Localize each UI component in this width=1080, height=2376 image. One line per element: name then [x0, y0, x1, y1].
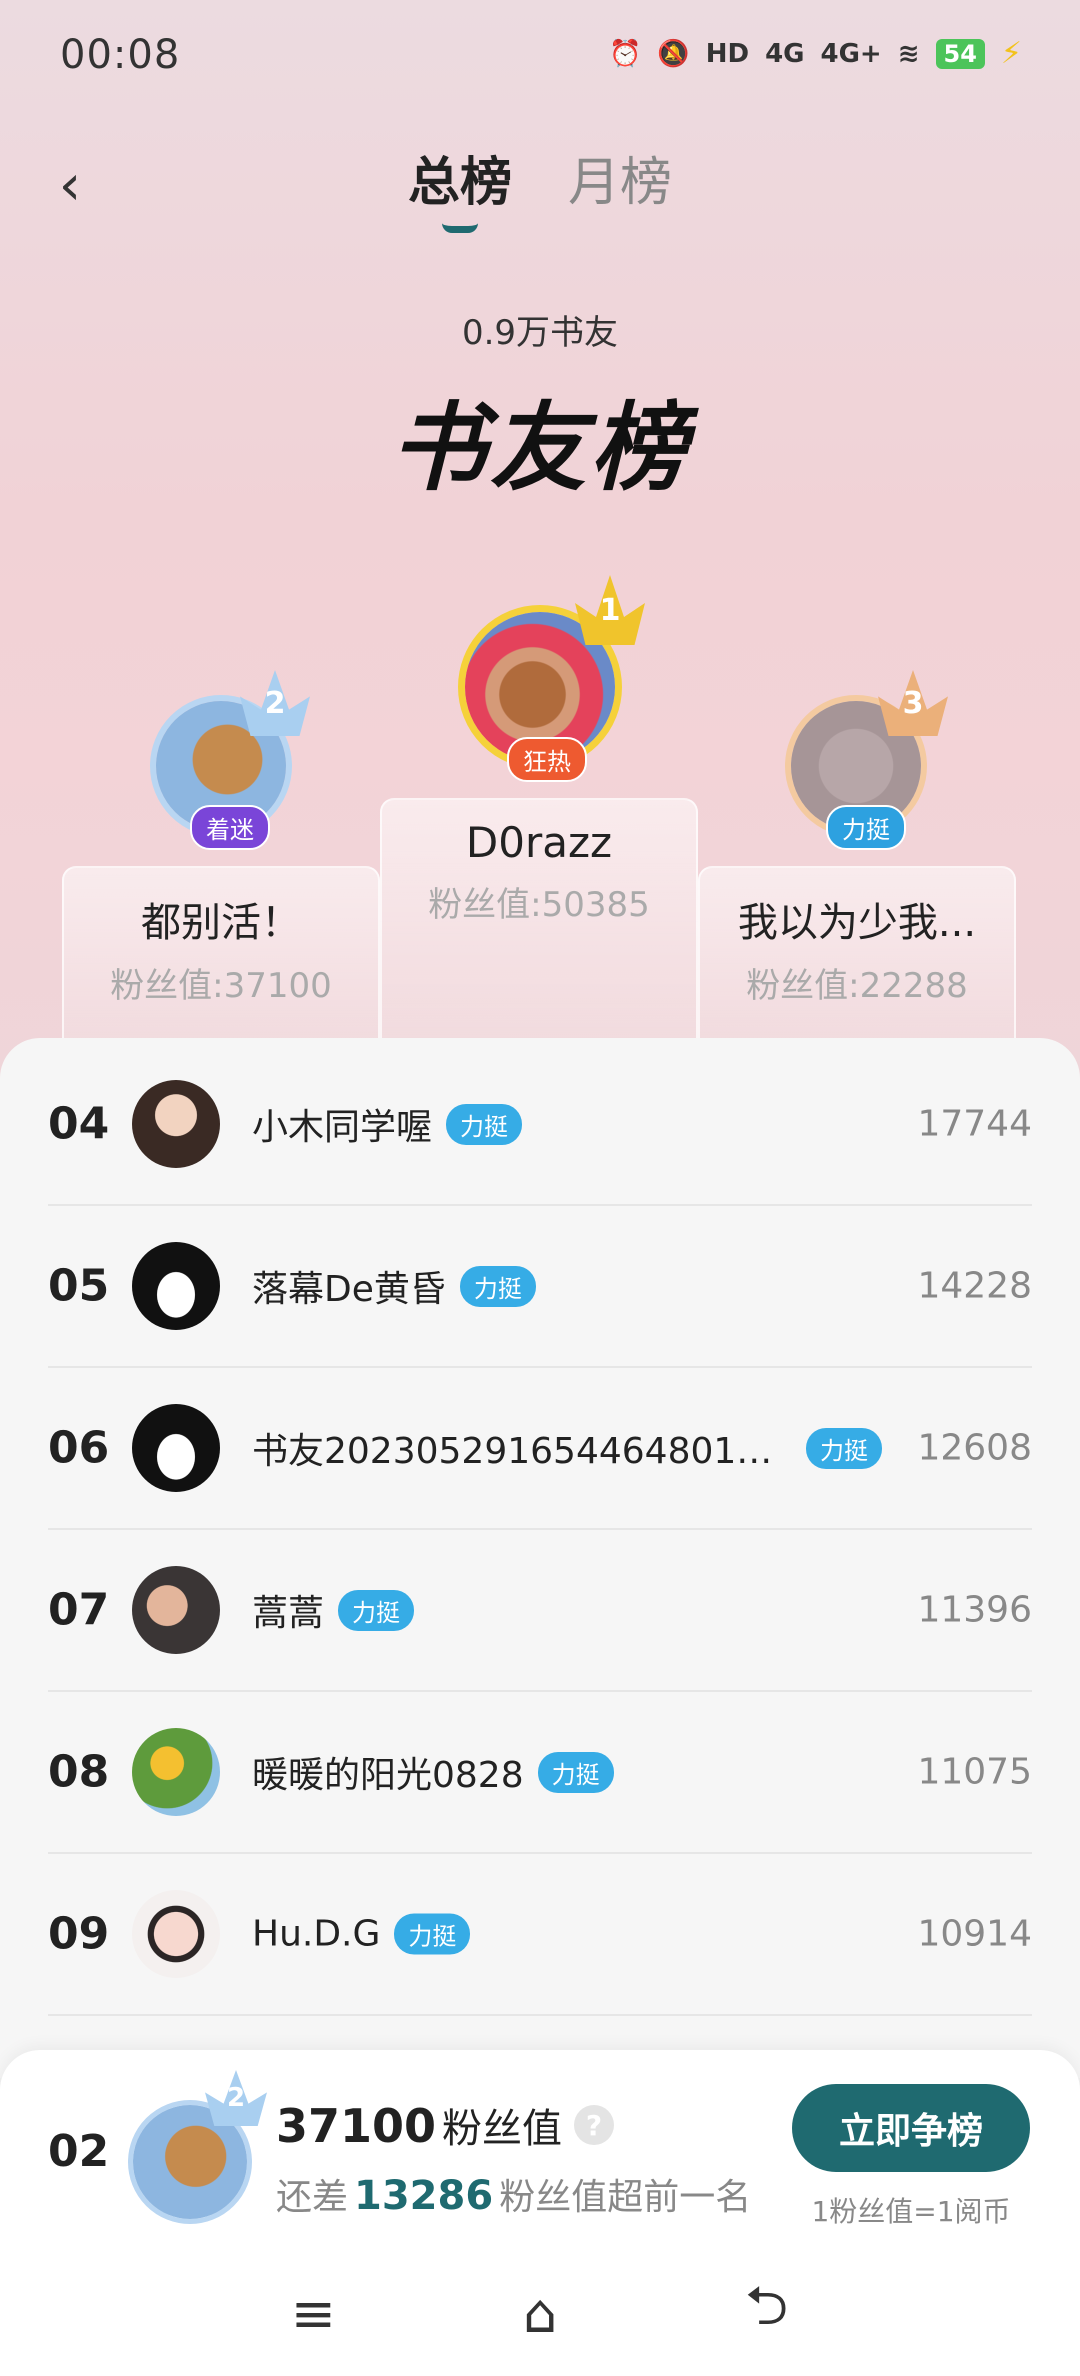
list-item-nameline: 小木同学喔 力挺: [252, 1098, 523, 1150]
podium-first[interactable]: D0razz 粉丝值:50385: [380, 798, 698, 1048]
network-4g-icon: 4G: [765, 38, 805, 69]
list-item-score: 10914: [917, 1913, 1032, 1955]
podium-third-name: 我以为少我...: [737, 900, 977, 946]
list-item-rank: 05: [48, 1260, 110, 1312]
alarm-icon: ⏰: [608, 38, 642, 69]
fan-level-tag: 力挺: [537, 1751, 614, 1793]
list-item-nameline: 书友20230529165446480199... 力挺: [252, 1422, 882, 1474]
podium-first-badge: 狂热: [507, 737, 587, 782]
hd-icon: HD: [705, 38, 750, 69]
charging-icon: ⚡: [1000, 36, 1022, 71]
list-item-nameline: 蒿蒿 力挺: [252, 1584, 415, 1636]
battery-icon: 54: [935, 38, 985, 69]
my-fans-value: 37100: [276, 2099, 437, 2153]
list-item-name: 蒿蒿: [252, 1593, 325, 1634]
list-item-rank: 06: [48, 1422, 110, 1474]
reader-count: 0.9万书友: [461, 313, 619, 353]
my-rank: 02: [48, 2126, 110, 2177]
list-item[interactable]: 07 蒿蒿 力挺 11396: [48, 1530, 1032, 1692]
list-item-rank: 07: [48, 1584, 110, 1636]
podium-third[interactable]: 我以为少我... 粉丝值:22288: [698, 866, 1016, 1046]
list-item-name: 小木同学喔: [252, 1107, 433, 1148]
list-item-name: 书友20230529165446480199...: [252, 1431, 792, 1472]
avatar[interactable]: [132, 1242, 220, 1330]
list-item-nameline: 落幕De黄昏 力挺: [252, 1260, 536, 1312]
avatar[interactable]: [132, 1566, 220, 1654]
podium-second-name: 都别活！: [141, 900, 301, 946]
list-item-rank: 09: [48, 1908, 110, 1960]
wifi-icon: ≋: [897, 38, 920, 69]
my-fans-unit: 粉丝值: [442, 2106, 563, 2152]
tab-monthly-label: 月榜: [568, 153, 673, 213]
list-item-rank: 04: [48, 1098, 110, 1150]
list-item-nameline: 暖暖的阳光0828 力挺: [252, 1746, 614, 1798]
status-time: 00:08: [60, 32, 181, 78]
list-item[interactable]: 08 暖暖的阳光0828 力挺 11075: [48, 1692, 1032, 1854]
status-bar: 00:08 ⏰ 🔕 HD 4G 4G+ ≋ 54 ⚡: [0, 0, 1080, 110]
podium-second-fans: 粉丝值:37100: [110, 966, 332, 1006]
podium-second-badge: 着迷: [190, 805, 270, 850]
podium-third-badge: 力挺: [826, 805, 906, 850]
podium-first-fans: 粉丝值:50385: [428, 885, 650, 925]
system-nav-bar: ≡ ⌂ ⮌: [0, 2250, 1080, 2376]
list-item[interactable]: 05 落幕De黄昏 力挺 14228: [48, 1206, 1032, 1368]
my-diff-value: 13286: [354, 2173, 494, 2219]
my-diff-suffix: 粉丝值超前一名: [499, 2177, 752, 2218]
list-item-name: 落幕De黄昏: [252, 1269, 446, 1310]
tab-total-label: 总榜: [407, 153, 512, 213]
my-diff-line: 还差 13286 粉丝值超前一名: [276, 2168, 751, 2220]
list-item-score: 12608: [917, 1427, 1032, 1469]
tab-active-indicator: [441, 223, 478, 233]
podium-first-name: D0razz: [465, 818, 613, 867]
podium-second[interactable]: 都别活！ 粉丝值:37100: [62, 866, 380, 1046]
my-rank-crown-icon: 2: [205, 2070, 267, 2126]
status-icons: ⏰ 🔕 HD 4G 4G+ ≋ 54 ⚡: [609, 36, 1022, 71]
my-diff-prefix: 还差: [276, 2177, 349, 2218]
my-fans-line: 37100 粉丝值 ?: [276, 2096, 615, 2154]
help-icon[interactable]: ?: [574, 2105, 615, 2145]
compete-note: 1粉丝值=1阅币: [811, 2195, 1011, 2228]
list-item-score: 14228: [917, 1265, 1032, 1307]
tab-bar: 总榜 月榜: [0, 140, 1080, 233]
avatar[interactable]: [132, 1404, 220, 1492]
fan-level-tag: 力挺: [806, 1427, 882, 1469]
ranking-list: 04 小木同学喔 力挺 17744 05 落幕De黄昏 力挺 14228 06 …: [0, 1038, 1080, 2078]
rank-3-crown-icon: 3: [878, 670, 948, 736]
list-item[interactable]: 09 Hu.D.G 力挺 10914: [48, 1854, 1032, 2016]
mute-icon: 🔕: [657, 38, 690, 69]
avatar[interactable]: [132, 1890, 220, 1978]
avatar[interactable]: [132, 1728, 220, 1816]
list-item-name: Hu.D.G: [252, 1913, 381, 1955]
fan-level-tag: 力挺: [338, 1589, 415, 1631]
list-item-rank: 08: [48, 1746, 110, 1798]
list-item-score: 11075: [917, 1751, 1032, 1793]
fan-level-tag: 力挺: [459, 1265, 536, 1307]
list-item[interactable]: 06 书友20230529165446480199... 力挺 12608: [48, 1368, 1032, 1530]
list-item-score: 11396: [917, 1589, 1032, 1631]
board-title-text: 书友榜: [390, 392, 690, 504]
list-item-score: 17744: [917, 1103, 1032, 1145]
compete-button[interactable]: 立即争榜: [792, 2084, 1030, 2172]
fan-level-tag: 力挺: [446, 1103, 523, 1145]
rank-1-crown-icon: 1: [575, 575, 645, 645]
rank-2-crown-icon: 2: [240, 670, 310, 736]
network-4g-plus-icon: 4G+: [820, 38, 882, 69]
list-item[interactable]: 04 小木同学喔 力挺 17744: [48, 1044, 1032, 1206]
podium-third-fans: 粉丝值:22288: [746, 966, 968, 1006]
avatar[interactable]: [132, 1080, 220, 1168]
tab-monthly[interactable]: 月榜: [568, 140, 672, 233]
list-item-nameline: Hu.D.G 力挺: [252, 1913, 471, 1955]
back-nav-icon[interactable]: ⮌: [727, 2267, 807, 2359]
home-icon[interactable]: ⌂: [500, 2282, 580, 2345]
board-title: 书友榜: [0, 370, 1080, 509]
list-item-name: 暖暖的阳光0828: [252, 1755, 524, 1796]
fan-level-tag: 力挺: [394, 1913, 471, 1955]
menu-icon[interactable]: ≡: [273, 2282, 353, 2345]
tab-total[interactable]: 总榜: [408, 140, 512, 233]
